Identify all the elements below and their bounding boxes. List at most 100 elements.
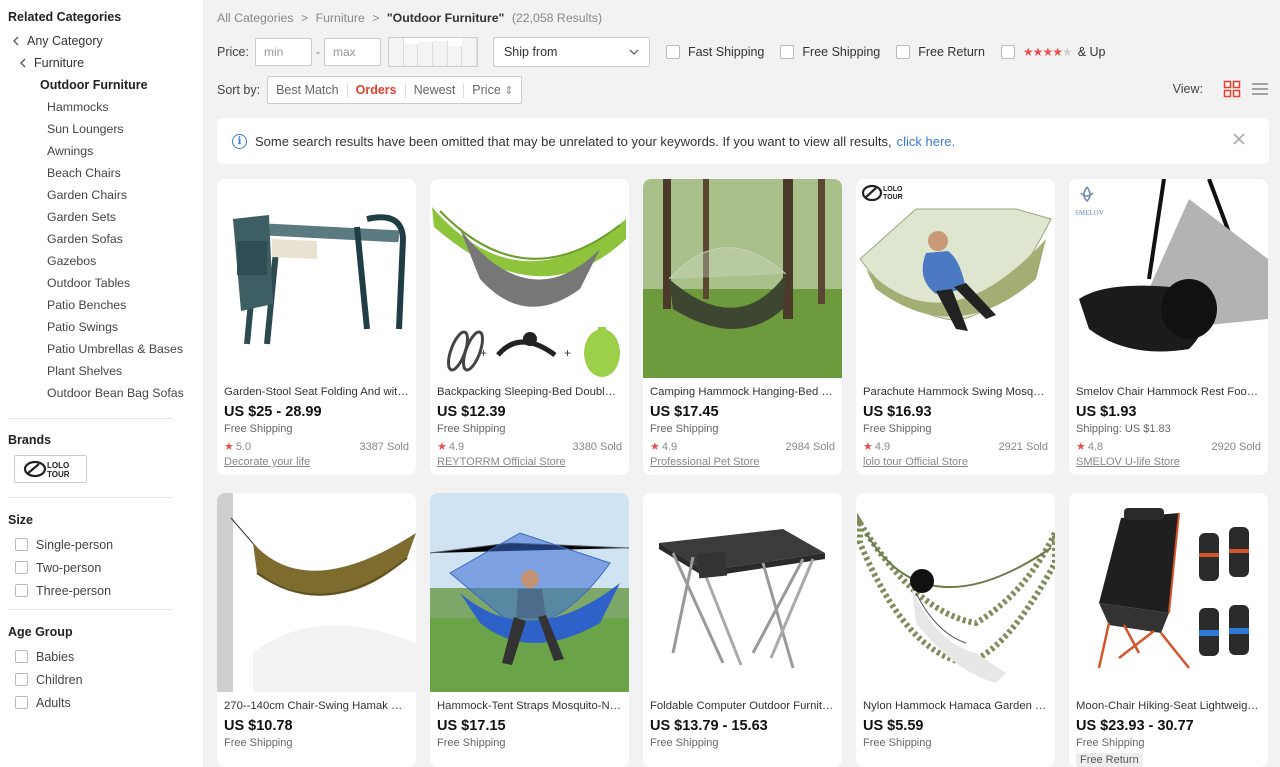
subcategory-sun-loungers[interactable]: Sun Loungers [8,118,198,140]
subcategory-outdoor-tables[interactable]: Outdoor Tables [8,272,198,294]
product-card[interactable]: Moon-Chair Hiking-Seat Lightweight Foldi… [1069,493,1268,767]
subcategory-hammocks[interactable]: Hammocks [8,96,198,118]
store-link[interactable]: lolo tour Official Store [863,455,1048,469]
hammock-kit-image[interactable]: + + [430,179,629,378]
product-card[interactable]: Garden-Stool Seat Folding And with Kneel… [217,179,416,475]
furniture-category-link[interactable]: Furniture [8,52,195,74]
subcategory-plant-shelves[interactable]: Plant Shelves [8,360,198,382]
subcategory-beach-chairs[interactable]: Beach Chairs [8,162,198,184]
product-rating: ★ 4.9 [650,440,677,454]
product-info: Moon-Chair Hiking-Seat Lightweight Foldi… [1069,692,1268,767]
age-label: Children [36,672,83,687]
rating-filter[interactable]: ★★★★★ & Up [1000,45,1106,59]
checkbox[interactable] [15,650,28,663]
checkbox[interactable] [896,45,911,59]
breadcrumb-all-categories[interactable]: All Categories [217,11,294,25]
price-min-input[interactable]: min [254,38,312,66]
product-title[interactable]: Camping Hammock Hanging-Bed Mosquito Net [650,385,835,399]
foot-hammock-image[interactable]: SMELOV [1069,179,1268,378]
product-title[interactable]: Nylon Hammock Hamaca Garden Swing Mesh [863,699,1048,713]
age-option-children[interactable]: Children [8,668,195,691]
product-title[interactable]: Smelov Chair Hammock Rest Foot-Rest Port… [1076,385,1261,399]
brand-lolo-tour-logo[interactable]: LOLO TOUR [14,455,87,483]
sort-price[interactable]: Price ⇕ [464,83,521,98]
breadcrumb-furniture[interactable]: Furniture [316,11,365,25]
age-option-babies[interactable]: Babies [8,645,195,668]
subcategory-garden-chairs[interactable]: Garden Chairs [8,184,198,206]
subcategory-awnings[interactable]: Awnings [8,140,198,162]
histogram-bar[interactable] [403,43,419,66]
mosquito-hammock-image[interactable] [643,179,842,378]
subcategory-garden-sets[interactable]: Garden Sets [8,206,198,228]
histogram-bar[interactable] [432,40,448,66]
sort-best-match[interactable]: Best Match [268,82,348,98]
store-link[interactable]: Decorate your life [224,455,409,469]
garden-kneeler-image[interactable] [217,179,416,378]
sort-newest[interactable]: Newest [406,82,465,98]
subcategory-outdoor-bean-bag-sofas[interactable]: Outdoor Bean Bag Sofas [8,382,198,404]
folding-table-image[interactable] [643,493,842,692]
checkbox[interactable] [780,45,795,59]
product-title[interactable]: Parachute Hammock Swing Mosquito-Net Por… [863,385,1048,399]
man-in-hammock-image[interactable]: LOLO TOUR [856,179,1055,378]
histogram-bar[interactable] [462,38,477,66]
size-option-single[interactable]: Single-person [8,533,195,556]
grid-view-icon[interactable] [1223,80,1241,98]
subcategory-patio-umbrellas[interactable]: Patio Umbrellas & Bases [8,338,198,360]
filled-stars: ★★★★ [1022,45,1063,59]
product-title[interactable]: Backpacking Sleeping-Bed Double-Person H… [437,385,622,399]
close-icon[interactable] [1231,131,1247,147]
size-option-two[interactable]: Two-person [8,556,195,579]
list-view-icon[interactable] [1251,80,1269,98]
product-card[interactable]: Foldable Computer Outdoor Furniture Tabl… [643,493,842,767]
store-link[interactable]: SMELOV U-life Store [1076,455,1261,469]
subcategory-gazebos[interactable]: Gazebos [8,250,198,272]
product-card[interactable]: Nylon Hammock Hamaca Garden Swing Mesh U… [856,493,1055,767]
product-card[interactable]: SMELOV Smelov Chair Hammock Rest Foot-Re… [1069,179,1268,475]
histogram-bar[interactable] [418,42,433,66]
subcategory-garden-sofas[interactable]: Garden Sofas [8,228,198,250]
checkbox[interactable] [665,45,680,59]
subcategory-patio-benches[interactable]: Patio Benches [8,294,198,316]
product-card[interactable]: 270--140cm Chair-Swing Hamak Hanging Bed… [217,493,416,767]
any-category-link[interactable]: Any Category [8,30,195,52]
product-card[interactable]: + + Backpacking Sleeping-Bed Double-Pers… [430,179,629,475]
checkbox[interactable] [15,673,28,686]
free-return-filter[interactable]: Free Return [896,45,985,59]
product-card[interactable]: LOLO TOUR Parachute Hammock Swing Mosqui… [856,179,1055,475]
product-title[interactable]: Garden-Stool Seat Folding And with Kneel… [224,385,409,399]
store-link[interactable]: REYTORRM Official Store [437,455,622,469]
free-shipping-filter[interactable]: Free Shipping [780,45,880,59]
click-here-link[interactable]: click here. [897,134,956,149]
checkbox[interactable] [15,561,28,574]
price-histogram[interactable] [387,37,478,67]
product-price: US $1.93 [1076,404,1137,420]
product-card[interactable]: Hammock-Tent Straps Mosquito-Net Outdoor… [430,493,629,767]
breadcrumb-query: "Outdoor Furniture" [386,11,505,25]
fast-shipping-filter[interactable]: Fast Shipping [665,45,764,59]
moon-chair-image[interactable] [1069,493,1268,692]
histogram-bar[interactable] [447,46,463,66]
age-option-adults[interactable]: Adults [8,691,195,714]
checkbox[interactable] [15,696,28,709]
product-title[interactable]: Moon-Chair Hiking-Seat Lightweight Foldi… [1076,699,1261,713]
store-link[interactable]: Professional Pet Store [650,455,835,469]
sort-orders[interactable]: Orders [348,82,406,98]
product-title[interactable]: Foldable Computer Outdoor Furniture Tabl… [650,699,835,713]
product-shipping: Free Shipping [650,423,719,435]
ship-from-select[interactable]: Ship from [492,37,650,67]
view-label: View: [1172,82,1203,96]
price-max-input[interactable]: max [323,38,381,66]
product-title[interactable]: Hammock-Tent Straps Mosquito-Net Outdoor [437,699,622,713]
subcategory-patio-swings[interactable]: Patio Swings [8,316,198,338]
checkbox[interactable] [15,584,28,597]
olive-hammock-image[interactable] [217,493,416,692]
checkbox[interactable] [1000,45,1015,59]
checkbox[interactable] [15,538,28,551]
product-title[interactable]: 270--140cm Chair-Swing Hamak Hanging Bed [224,699,409,713]
blue-hammock-tent-image[interactable] [430,493,629,692]
mesh-hammock-image[interactable] [856,493,1055,692]
histogram-bar[interactable] [388,38,404,66]
product-card[interactable]: Camping Hammock Hanging-Bed Mosquito Net… [643,179,842,475]
size-option-three[interactable]: Three-person [8,579,195,602]
